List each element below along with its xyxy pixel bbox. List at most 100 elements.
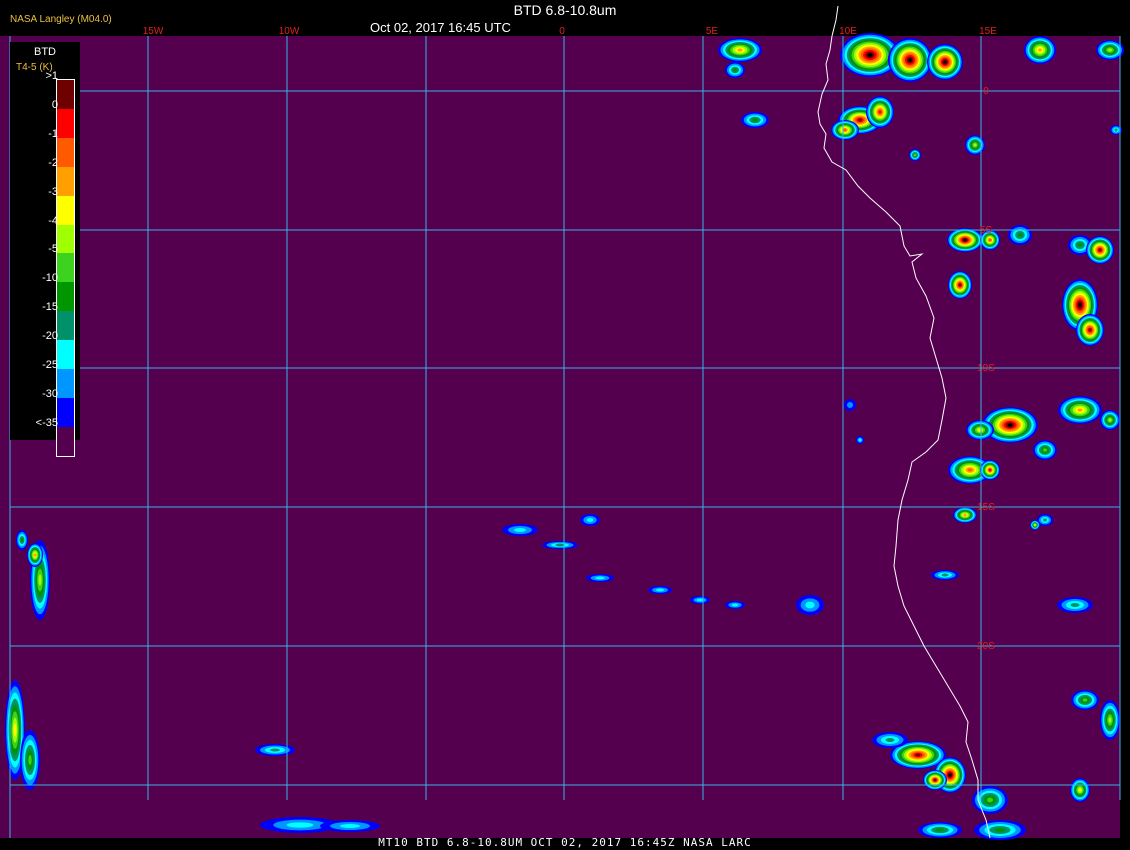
cloud-cluster xyxy=(909,149,921,161)
cloud-contour xyxy=(656,588,664,592)
latitude-label: 0 xyxy=(983,86,989,97)
cloud-cluster xyxy=(966,420,994,440)
cloud-contour xyxy=(733,68,737,72)
satellite-map-view: 15W 10W 0 5E 10E 15E 0 5S 10S 15S 20S BTD 6.8-10.8… xyxy=(0,0,1130,850)
cloud-contour xyxy=(1114,128,1118,132)
cloud-cluster xyxy=(27,543,43,567)
cloud-contour xyxy=(1017,233,1023,237)
cloud-contour xyxy=(270,748,280,752)
cloud-contour xyxy=(963,513,967,517)
cloud-contour xyxy=(586,518,594,522)
longitude-label: 10E xyxy=(839,26,857,37)
cloud-cluster xyxy=(725,62,745,78)
cloud-cluster xyxy=(931,570,959,580)
cloud-cluster xyxy=(872,732,908,748)
cloud-cluster xyxy=(648,586,672,594)
cloud-cluster xyxy=(690,596,710,604)
cloud-cluster xyxy=(923,770,947,790)
legend-value-label: -3 xyxy=(48,185,58,198)
cloud-contour xyxy=(948,773,952,777)
cloud-contour xyxy=(935,828,945,832)
cloud-cluster xyxy=(965,135,985,155)
cloud-contour xyxy=(915,753,921,757)
cloud-contour xyxy=(555,543,565,547)
cloud-contour xyxy=(908,58,912,62)
cloud-cluster xyxy=(741,112,769,128)
cloud-contour xyxy=(752,118,758,122)
footer-caption: MT10 BTD 6.8-10.8UM OCT 02, 2017 16:45Z … xyxy=(378,836,752,849)
legend-value-label: -1 xyxy=(48,127,58,140)
cloud-contour xyxy=(805,601,815,609)
cloud-contour xyxy=(933,778,937,782)
cloud-contour xyxy=(731,603,739,607)
credit-label: NASA Langley (M04.0) xyxy=(10,14,112,25)
cloud-contour xyxy=(340,824,360,828)
longitude-label: 0 xyxy=(559,26,565,37)
cloud-cluster xyxy=(502,524,538,536)
legend-value-label: <-35 xyxy=(35,416,58,429)
longitude-label: 5E xyxy=(706,26,719,37)
cloud-cluster xyxy=(320,820,380,832)
legend-value-label: >1 xyxy=(45,70,58,82)
cloud-contour xyxy=(1038,48,1042,52)
cloud-contour xyxy=(963,238,967,242)
cloud-cluster xyxy=(1100,410,1120,430)
cloud-cluster xyxy=(1030,520,1040,530)
cloud-cluster xyxy=(888,38,932,82)
cloud-cluster xyxy=(953,507,977,523)
cloud-contour xyxy=(943,60,947,64)
cloud-cluster xyxy=(1086,236,1114,264)
cloud-cluster xyxy=(1070,778,1090,802)
map-canvas[interactable]: 15W 10W 0 5E 10E 15E 0 5S 10S 15S 20S xyxy=(0,0,1130,850)
legend-value-label: -5 xyxy=(48,243,58,256)
longitude-label: 15W xyxy=(143,26,164,37)
cloud-cluster xyxy=(972,786,1008,814)
latitude-label: 15S xyxy=(977,502,995,513)
cloud-cluster xyxy=(1058,396,1102,424)
cloud-contour xyxy=(847,402,853,408)
cloud-cluster xyxy=(948,271,972,299)
cloud-cluster xyxy=(718,38,762,62)
cloud-contour xyxy=(1078,788,1082,792)
latitude-label: 10S xyxy=(977,363,995,374)
cloud-cluster xyxy=(866,96,894,128)
cloud-contour xyxy=(885,738,895,742)
cloud-contour xyxy=(595,576,605,580)
cloud-contour xyxy=(1007,423,1013,427)
cloud-contour xyxy=(286,822,314,828)
cloud-cluster xyxy=(844,399,856,411)
cloud-contour xyxy=(1077,408,1083,412)
cloud-cluster xyxy=(796,595,824,615)
observation-datetime: Oct 02, 2017 16:45 UTC xyxy=(370,20,511,35)
color-legend: BTD T4-5 (K) >1 0 -1 -2 -3 -4 -5 -10 -15 -20 -25 -3… xyxy=(10,42,80,457)
legend-value-label: -30 xyxy=(42,387,58,400)
cloud-contour xyxy=(13,723,17,737)
cloud-contour xyxy=(958,283,962,287)
longitude-label: 10W xyxy=(279,26,300,37)
cloud-contour xyxy=(1088,328,1092,332)
cloud-contour xyxy=(878,110,882,114)
cloud-contour xyxy=(1108,717,1112,723)
cloud-cluster xyxy=(1100,700,1120,740)
cloud-contour xyxy=(843,128,847,132)
cloud-contour xyxy=(858,118,862,122)
legend-value-label: -20 xyxy=(42,330,58,343)
cloud-contour xyxy=(737,48,743,52)
legend-title: BTD xyxy=(34,46,56,58)
cloud-cluster xyxy=(586,574,614,582)
cloud-contour xyxy=(20,538,24,542)
legend-value-label: -15 xyxy=(42,301,58,314)
cloud-contour xyxy=(1098,248,1102,252)
cloud-cluster xyxy=(20,730,40,790)
legend-value-label: 0 xyxy=(51,98,58,111)
cloud-contour xyxy=(1082,698,1088,702)
cloud-contour xyxy=(1043,518,1047,522)
cloud-contour xyxy=(988,468,992,472)
cloud-cluster xyxy=(542,541,578,549)
cloud-contour xyxy=(38,574,42,586)
cloud-contour xyxy=(941,573,949,577)
cloud-contour xyxy=(696,598,704,602)
cloud-contour xyxy=(1077,243,1083,247)
cloud-cluster xyxy=(725,601,745,609)
cloud-contour xyxy=(988,238,992,242)
